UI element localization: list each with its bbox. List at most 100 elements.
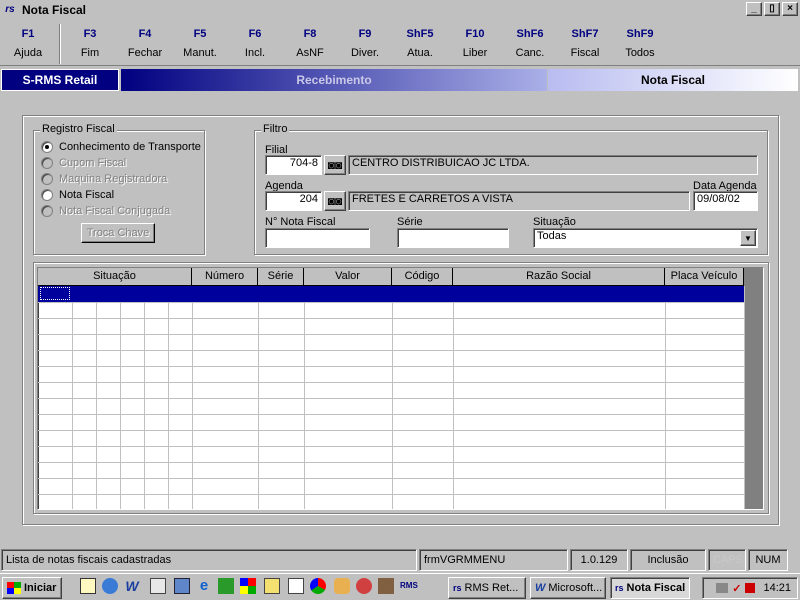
troca-chave-button: Troca Chave [81, 223, 155, 243]
notepad-icon[interactable] [80, 578, 96, 594]
antivirus-tray-icon[interactable] [745, 583, 756, 593]
network-icon[interactable] [174, 578, 190, 594]
chevron-down-icon[interactable]: ▼ [740, 230, 756, 246]
fkey-diver[interactable]: F9 Diver. [338, 20, 392, 59]
current-cell[interactable] [40, 287, 70, 300]
grid-row-line [38, 366, 744, 367]
status-bar: Lista de notas fiscais cadastradas frmVG… [0, 549, 800, 571]
notas-grid[interactable]: Situação Número Série Valor Código Razão… [37, 267, 764, 510]
media-icon[interactable] [310, 578, 326, 594]
radio-label: Maquina Registradora [59, 173, 168, 185]
task-nota-fiscal[interactable]: rs Nota Fiscal [610, 577, 690, 599]
fkey-code: F3 [83, 28, 97, 40]
fkey-liber[interactable]: F10 Liber [448, 20, 502, 59]
explorer-icon[interactable] [102, 578, 118, 594]
window-title: Nota Fiscal [22, 2, 87, 17]
fkey-code: F4 [138, 28, 152, 40]
activity-tray-icon[interactable]: ✓ [732, 582, 741, 595]
fkey-fechar[interactable]: F4 Fechar [118, 20, 172, 59]
printer-tray-icon[interactable] [716, 583, 729, 593]
col-serie[interactable]: Série [258, 268, 304, 286]
restore-button[interactable]: ▯ [764, 2, 780, 16]
binoculars-icon: ◙◙ [327, 158, 343, 172]
fkey-incl[interactable]: F6 Incl. [228, 20, 282, 59]
download-icon[interactable] [218, 578, 234, 594]
close-icon: × [787, 3, 793, 14]
status-caps: CAPS [708, 549, 746, 571]
radio-conhecimento[interactable]: Conhecimento de Transporte [41, 139, 201, 155]
selected-row[interactable] [38, 286, 744, 302]
col-situacao[interactable]: Situação [38, 268, 192, 286]
fkey-code: F8 [303, 28, 317, 40]
fkey-label: AsNF [296, 47, 324, 59]
word-task-icon: W [535, 582, 546, 594]
task-microsoft[interactable]: W Microsoft... [530, 577, 606, 599]
internet-explorer-icon[interactable]: e [196, 578, 212, 594]
rms-icon[interactable]: RMS [400, 578, 418, 594]
close-button[interactable]: × [782, 2, 798, 16]
col-valor[interactable]: Valor [304, 268, 392, 286]
grid-row-line [38, 414, 744, 415]
fkey-todos[interactable]: ShF9 Todos [613, 20, 667, 59]
radio-selected-icon [41, 141, 53, 153]
radio-icon [41, 189, 53, 201]
fkey-manut[interactable]: F5 Manut. [173, 20, 227, 59]
col-codigo[interactable]: Código [392, 268, 453, 286]
filial-code-field[interactable]: 704-8 [265, 155, 322, 175]
filial-name-field: CENTRO DISTRIBUICAO JC LTDA. [348, 155, 758, 175]
fkey-code: ShF6 [516, 28, 544, 40]
task-label: Microsoft... [548, 582, 603, 594]
task-rms[interactable]: rs RMS Ret... [448, 577, 526, 599]
grid-row-line [38, 494, 744, 495]
header-band: S-RMS Retail Recebimento Nota Fiscal [0, 68, 800, 92]
binoculars-icon: ◙◙ [327, 194, 343, 208]
printer-icon[interactable] [288, 578, 304, 594]
desktop-icon[interactable] [150, 578, 166, 594]
fkey-label: Diver. [350, 47, 380, 59]
grid-row-line [38, 398, 744, 399]
restore-icon: ▯ [769, 3, 775, 14]
col-numero[interactable]: Número [192, 268, 258, 286]
fkey-ajuda[interactable]: F1 Ajuda [1, 20, 55, 59]
agenda-code-field[interactable]: 204 [265, 191, 322, 211]
agenda-search-button[interactable]: ◙◙ [324, 191, 346, 211]
serie-label: Série [397, 216, 423, 228]
fkey-label: Atua. [407, 47, 433, 59]
radio-icon [41, 205, 53, 217]
rms-task-icon: rs [453, 583, 462, 593]
fkey-atua[interactable]: ShF5 Atua. [393, 20, 447, 59]
grid-row-line [38, 478, 744, 479]
windows-logo-icon [7, 582, 21, 594]
radio-nota-fiscal[interactable]: Nota Fiscal [41, 187, 201, 203]
fkey-code: F5 [193, 28, 207, 40]
fkey-code: ShF9 [626, 28, 654, 40]
fkey-canc[interactable]: ShF6 Canc. [503, 20, 557, 59]
grid-row-line [38, 382, 744, 383]
fkey-fiscal[interactable]: ShF7 Fiscal [558, 20, 612, 59]
windows-app-icon[interactable] [240, 578, 256, 594]
grid-row-line [38, 462, 744, 463]
fkey-code: F9 [358, 28, 372, 40]
nota-fiscal-input[interactable] [265, 228, 370, 248]
col-razao-social[interactable]: Razão Social [453, 268, 665, 286]
serie-input[interactable] [397, 228, 509, 248]
paint-icon[interactable] [334, 578, 350, 594]
folder-icon[interactable] [264, 578, 280, 594]
word-icon[interactable]: W [124, 578, 140, 594]
start-button[interactable]: Iniciar [2, 577, 62, 599]
data-agenda-field[interactable]: 09/08/02 [693, 191, 758, 211]
tools-icon[interactable] [378, 578, 394, 594]
title-bar: rs Nota Fiscal _ ▯ × [0, 0, 800, 19]
col-placa[interactable]: Placa Veículo [665, 268, 744, 286]
fkey-code: ShF5 [406, 28, 434, 40]
task-label: Nota Fiscal [626, 582, 686, 594]
rms-task-icon: rs [615, 583, 624, 593]
fkey-fim[interactable]: F3 Fim [63, 20, 117, 59]
fkey-label: Canc. [515, 47, 545, 59]
situacao-value: Todas [537, 230, 567, 242]
app-shortcut-icon[interactable] [356, 578, 372, 594]
minimize-button[interactable]: _ [746, 2, 762, 16]
fkey-asnf[interactable]: F8 AsNF [283, 20, 337, 59]
situacao-select[interactable]: Todas ▼ [533, 228, 758, 248]
filial-search-button[interactable]: ◙◙ [324, 155, 346, 175]
